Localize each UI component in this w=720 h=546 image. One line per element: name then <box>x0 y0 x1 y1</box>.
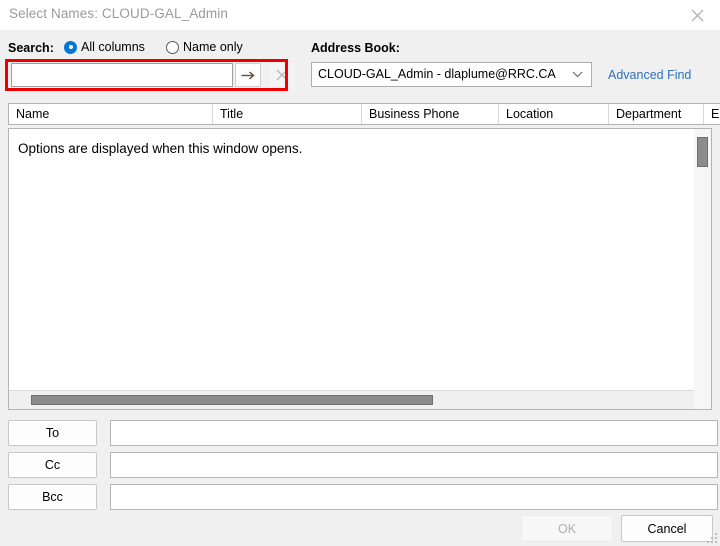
results-horizontal-scroll-thumb[interactable] <box>31 395 433 405</box>
resize-grip-dot <box>715 537 717 539</box>
results-horizontal-scrollbar[interactable] <box>9 390 694 409</box>
list-column-headers: Name Title Business Phone Location Departmen… <box>8 103 720 125</box>
search-label: Search: <box>8 41 54 55</box>
column-header-label: Title <box>220 107 243 121</box>
title-bar: Select Names: CLOUD-GAL_Admin <box>0 0 720 30</box>
results-vertical-scrollbar[interactable] <box>694 129 711 409</box>
search-clear-button[interactable] <box>269 63 295 87</box>
cc-field[interactable] <box>110 452 718 478</box>
results-vertical-scroll-thumb[interactable] <box>697 137 708 167</box>
column-header-label: Er <box>711 107 720 121</box>
radio-all-columns-indicator <box>64 41 77 54</box>
resize-grip-dot <box>715 533 717 535</box>
column-header-title[interactable]: Title <box>213 104 362 124</box>
resize-grip-dot <box>711 541 713 543</box>
select-names-dialog: Select Names: CLOUD-GAL_Admin Search: Al… <box>0 0 720 546</box>
search-input[interactable] <box>11 63 233 87</box>
search-go-button[interactable] <box>235 63 261 87</box>
advanced-find-link[interactable]: Advanced Find <box>608 68 691 82</box>
column-header-label: Business Phone <box>369 107 459 121</box>
cancel-button[interactable]: Cancel <box>621 515 713 542</box>
resize-grip-dot <box>715 541 717 543</box>
column-header-name[interactable]: Name <box>9 104 213 124</box>
to-field[interactable] <box>110 420 718 446</box>
column-header-label: Location <box>506 107 553 121</box>
cc-button[interactable]: Cc <box>8 452 97 478</box>
resize-grip-dot <box>707 541 709 543</box>
column-header-label: Department <box>616 107 681 121</box>
address-book-dropdown[interactable]: CLOUD-GAL_Admin - dlaplume@RRC.CA <box>311 62 592 87</box>
column-header-location[interactable]: Location <box>499 104 609 124</box>
resize-grip[interactable] <box>706 532 718 544</box>
radio-name-only-label: Name only <box>183 40 243 54</box>
to-button[interactable]: To <box>8 420 97 446</box>
resize-grip-dot <box>711 537 713 539</box>
bcc-button[interactable]: Bcc <box>8 484 97 510</box>
radio-name-only[interactable]: Name only <box>166 40 243 54</box>
radio-all-columns-label: All columns <box>81 40 145 54</box>
radio-all-columns[interactable]: All columns <box>64 40 145 54</box>
chevron-down-icon <box>568 63 586 86</box>
column-header-business-phone[interactable]: Business Phone <box>362 104 499 124</box>
ok-button[interactable]: OK <box>521 515 613 542</box>
column-header-department[interactable]: Department <box>609 104 704 124</box>
window-title: Select Names: CLOUD-GAL_Admin <box>9 6 228 21</box>
radio-name-only-indicator <box>166 41 179 54</box>
address-book-selected-value: CLOUD-GAL_Admin - dlaplume@RRC.CA <box>318 67 556 81</box>
results-list[interactable]: Options are displayed when this window o… <box>8 128 712 410</box>
bcc-field[interactable] <box>110 484 718 510</box>
address-book-label: Address Book: <box>311 41 400 55</box>
column-header-label: Name <box>16 107 49 121</box>
close-icon[interactable] <box>674 0 720 30</box>
column-header-er[interactable]: Er <box>704 104 720 124</box>
results-list-message: Options are displayed when this window o… <box>18 141 302 156</box>
